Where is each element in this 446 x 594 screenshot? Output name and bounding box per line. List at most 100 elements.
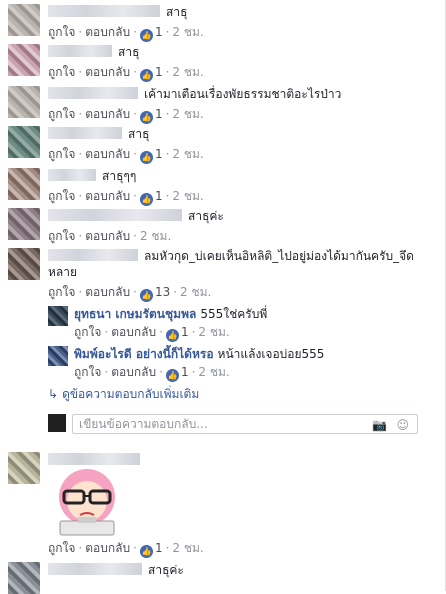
blurred-name[interactable] <box>48 209 182 221</box>
reply-link[interactable]: ตอบกลับ <box>85 541 130 555</box>
avatar[interactable] <box>8 44 40 76</box>
comment-actions: ถูกใจ · ตอบกลับ · 👍 1 · 2 ชม. <box>48 147 204 164</box>
reply-link[interactable]: ตอบกลับ <box>85 229 130 243</box>
reply-author-name[interactable]: ยุทธนา เกษมรัตนชุมพล <box>74 307 196 321</box>
avatar[interactable] <box>8 208 40 240</box>
blurred-name[interactable] <box>48 45 112 57</box>
thumbs-up-icon[interactable]: 👍 <box>139 151 153 164</box>
avatar[interactable] <box>48 346 68 366</box>
comment-text: สาธุค่ะ <box>148 563 184 577</box>
reply-link[interactable]: ตอบกลับ <box>111 365 156 379</box>
like-link[interactable]: ถูกใจ <box>74 325 101 339</box>
reply-link[interactable]: ตอบกลับ <box>85 147 130 161</box>
blurred-name[interactable] <box>48 87 138 99</box>
blurred-name[interactable] <box>48 453 140 465</box>
blurred-name[interactable] <box>48 563 142 575</box>
like-count[interactable]: 13 <box>155 285 170 299</box>
reply-composer: เขียนข้อความตอบกลับ... 📷 ☺ <box>48 414 418 434</box>
avatar[interactable] <box>8 248 40 280</box>
blurred-name[interactable] <box>48 5 160 17</box>
timestamp[interactable]: 2 ชม. <box>172 65 203 79</box>
timestamp[interactable]: 2 ชม. <box>172 541 203 555</box>
avatar[interactable] <box>8 86 40 118</box>
thumbs-up-icon[interactable]: 👍 <box>139 193 153 206</box>
more-replies-text: ดูข้อความตอบกลับเพิ่มเติม <box>62 387 200 401</box>
like-link[interactable]: ถูกใจ <box>48 25 75 39</box>
like-link[interactable]: ถูกใจ <box>48 189 75 203</box>
timestamp[interactable]: 2 ชม. <box>198 365 229 379</box>
thumbs-up-icon[interactable]: 👍 <box>139 289 153 302</box>
reply-actions: ถูกใจ · ตอบกลับ · 👍 1 · 2 ชม. <box>74 365 230 382</box>
blurred-name[interactable] <box>48 169 96 181</box>
timestamp[interactable]: 2 ชม. <box>172 107 203 121</box>
reply-text: 555ใช่ครับพี่ <box>200 307 268 321</box>
comment-actions: ถูกใจ · ตอบกลับ · 👍 1 · 2 ชม. <box>48 25 204 42</box>
camera-icon[interactable]: 📷 <box>372 416 387 434</box>
like-link[interactable]: ถูกใจ <box>74 365 101 379</box>
comment-text-continued: หลาย <box>48 265 78 279</box>
like-link[interactable]: ถูกใจ <box>48 541 75 555</box>
comment-text: ลมหัวกุด_บ่เคยเห็นอิหลิติ_ไปอยู่ม่องได้ม… <box>144 249 414 263</box>
thumbs-up-icon[interactable]: 👍 <box>139 545 153 558</box>
timestamp[interactable]: 2 ชม. <box>172 147 203 161</box>
blurred-name[interactable] <box>48 249 138 261</box>
sticker-image[interactable] <box>50 465 124 537</box>
reply-link[interactable]: ตอบกลับ <box>85 285 130 299</box>
timestamp[interactable]: 2 ชม. <box>172 189 203 203</box>
like-link[interactable]: ถูกใจ <box>48 285 75 299</box>
reply-link[interactable]: ตอบกลับ <box>85 25 130 39</box>
thumbs-up-icon[interactable]: 👍 <box>139 29 153 42</box>
comment-text: สาธุ <box>166 5 188 19</box>
comment-actions: ถูกใจ · ตอบกลับ · 👍 13 · 2 ชม. <box>48 285 212 302</box>
comment-text: เค้ามาเตือนเรื่องพัยธรรมชาติอะไรป่าว <box>144 87 342 101</box>
comment-actions: ถูกใจ · ตอบกลับ · 👍 1 · 2 ชม. <box>48 189 204 206</box>
avatar[interactable] <box>8 452 40 484</box>
avatar[interactable] <box>8 168 40 200</box>
thumbs-up-icon[interactable]: 👍 <box>165 329 179 342</box>
like-link[interactable]: ถูกใจ <box>48 147 75 161</box>
reply-text: หน้าแล้งเจอบ่อย555 <box>217 347 325 361</box>
like-count[interactable]: 1 <box>155 107 163 121</box>
thumbs-up-icon[interactable]: 👍 <box>165 369 179 382</box>
comment-text: สาธุๆๆ <box>102 169 137 183</box>
like-count[interactable]: 1 <box>155 65 163 79</box>
reply-link[interactable]: ตอบกลับ <box>85 107 130 121</box>
comment-text: สาธุ <box>118 45 140 59</box>
comment-actions: ถูกใจ · ตอบกลับ · 👍 1 · 2 ชม. <box>48 541 204 558</box>
like-count[interactable]: 1 <box>155 541 163 555</box>
avatar[interactable] <box>48 306 68 326</box>
timestamp[interactable]: 2 ชม. <box>198 325 229 339</box>
like-count[interactable]: 1 <box>155 25 163 39</box>
avatar[interactable] <box>8 562 40 594</box>
reply-link[interactable]: ตอบกลับ <box>85 65 130 79</box>
thumbs-up-icon[interactable]: 👍 <box>139 69 153 82</box>
like-link[interactable]: ถูกใจ <box>48 65 75 79</box>
comment-text: สาธุ <box>128 127 150 141</box>
comment-actions: ถูกใจ · ตอบกลับ · 👍 1 · 2 ชม. <box>48 107 204 124</box>
reply-input[interactable]: เขียนข้อความตอบกลับ... 📷 ☺ <box>72 414 418 434</box>
like-count[interactable]: 1 <box>155 189 163 203</box>
emoji-icon[interactable]: ☺ <box>396 416 409 434</box>
timestamp[interactable]: 2 ชม. <box>180 285 211 299</box>
like-count[interactable]: 1 <box>181 365 189 379</box>
reply-link[interactable]: ตอบกลับ <box>111 325 156 339</box>
reply-actions: ถูกใจ · ตอบกลับ · 👍 1 · 2 ชม. <box>74 325 230 342</box>
thumbs-up-icon[interactable]: 👍 <box>139 111 153 124</box>
like-link[interactable]: ถูกใจ <box>48 229 75 243</box>
timestamp[interactable]: 2 ชม. <box>140 229 171 243</box>
reply-placeholder: เขียนข้อความตอบกลับ... <box>79 417 208 431</box>
avatar[interactable] <box>8 126 40 158</box>
like-link[interactable]: ถูกใจ <box>48 107 75 121</box>
comment-actions: ถูกใจ · ตอบกลับ · 2 ชม. <box>48 229 172 243</box>
blurred-name[interactable] <box>48 127 122 139</box>
comment-actions: ถูกใจ · ตอบกลับ · 👍 1 · 2 ชม. <box>48 65 204 82</box>
like-count[interactable]: 1 <box>181 325 189 339</box>
my-avatar <box>48 414 66 432</box>
more-replies-link[interactable]: ↳ ดูข้อความตอบกลับเพิ่มเติม <box>48 385 199 404</box>
reply-author-name[interactable]: พิมพ์อะไรดี อย่างนี้ก็ได้หรอ <box>74 347 214 361</box>
like-count[interactable]: 1 <box>155 147 163 161</box>
comment-text: สาธุค่ะ <box>188 209 224 223</box>
reply-link[interactable]: ตอบกลับ <box>85 189 130 203</box>
timestamp[interactable]: 2 ชม. <box>172 25 203 39</box>
avatar[interactable] <box>8 4 40 36</box>
